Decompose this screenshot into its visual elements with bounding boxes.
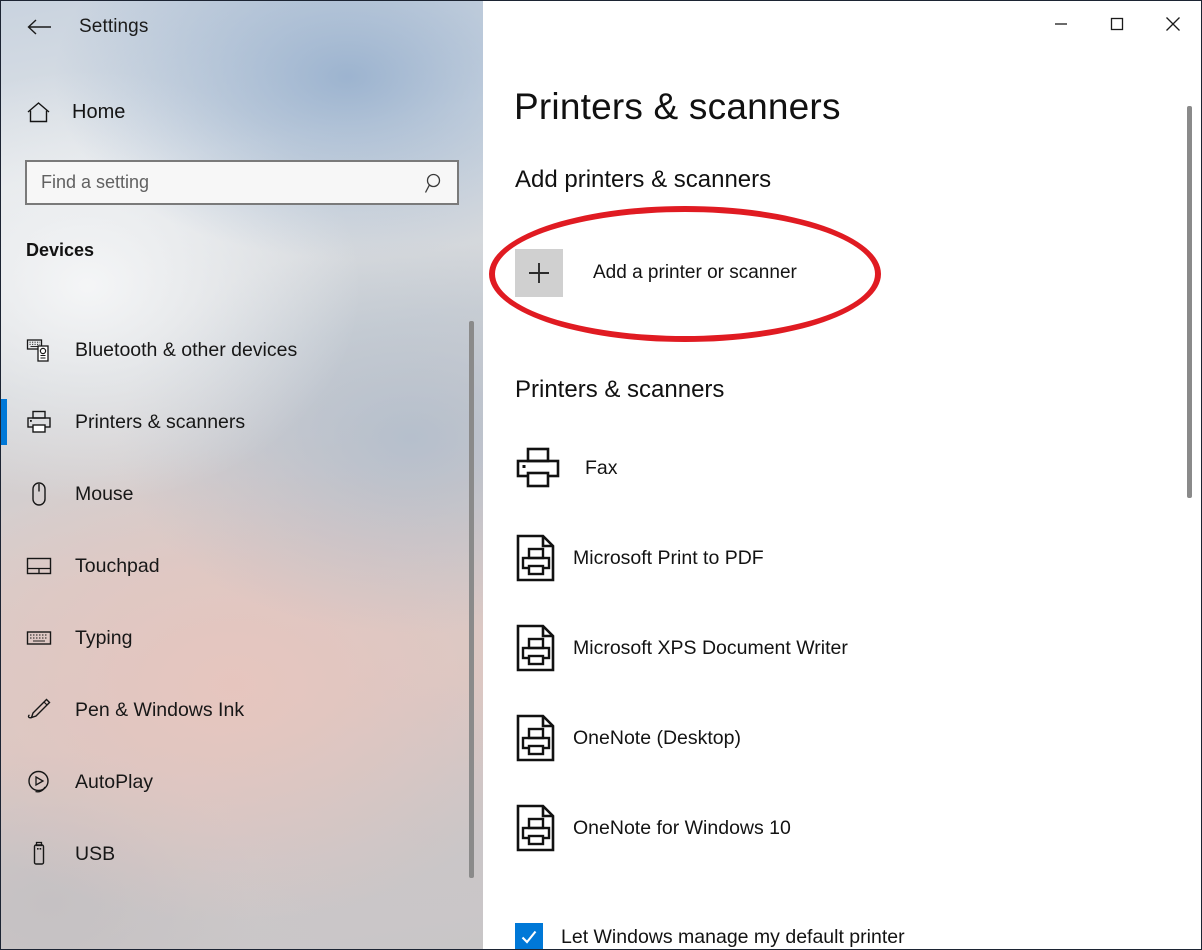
sidebar-item-printers-scanners[interactable]: Printers & scanners	[1, 386, 461, 458]
touchpad-icon	[26, 555, 56, 577]
sidebar-item-usb[interactable]: USB	[1, 818, 461, 890]
plus-icon	[515, 249, 563, 297]
search-box[interactable]	[25, 160, 459, 205]
list-item[interactable]: OneNote (Desktop)	[515, 693, 1175, 783]
document-printer-icon	[515, 534, 573, 582]
printer-list: Fax Microsoft Print to PDF Microsoft XPS…	[515, 423, 1175, 873]
sidebar-nav-list: Bluetooth & other devices Printers & sca…	[1, 314, 461, 890]
settings-window: Settings Home Devices	[0, 0, 1202, 950]
document-printer-icon	[515, 804, 573, 852]
app-title: Settings	[79, 16, 149, 37]
printer-name: OneNote (Desktop)	[573, 726, 741, 749]
sidebar-item-bluetooth-other-devices[interactable]: Bluetooth & other devices	[1, 314, 461, 386]
sidebar-titlebar: Settings	[1, 1, 483, 53]
sidebar-item-label: AutoPlay	[75, 770, 154, 793]
sidebar-item-label: Typing	[75, 626, 133, 649]
page-title: Printers & scanners	[514, 86, 841, 127]
sidebar-item-touchpad[interactable]: Touchpad	[1, 530, 461, 602]
selection-indicator	[1, 399, 7, 445]
sidebar-item-home[interactable]: Home	[1, 89, 461, 135]
main-scrollbar[interactable]	[1187, 106, 1192, 498]
document-printer-icon	[515, 624, 573, 672]
sidebar-item-typing[interactable]: Typing	[1, 602, 461, 674]
sidebar-item-mouse[interactable]: Mouse	[1, 458, 461, 530]
close-icon[interactable]	[1145, 1, 1201, 47]
printer-name: OneNote for Windows 10	[573, 816, 791, 839]
add-printer-or-scanner-button[interactable]: Add a printer or scanner	[515, 249, 797, 297]
maximize-icon[interactable]	[1089, 1, 1145, 47]
printers-section-heading: Printers & scanners	[515, 376, 725, 403]
window-controls	[1033, 1, 1201, 47]
list-item[interactable]: Fax	[515, 423, 1175, 513]
sidebar-item-pen-windows-ink[interactable]: Pen & Windows Ink	[1, 674, 461, 746]
printer-icon	[26, 410, 56, 434]
list-item[interactable]: Microsoft Print to PDF	[515, 513, 1175, 603]
mouse-icon	[26, 481, 56, 507]
sidebar-item-label: Bluetooth & other devices	[75, 338, 298, 361]
back-arrow-icon[interactable]	[15, 11, 63, 43]
keyboard-icon	[26, 629, 56, 647]
pen-icon	[26, 697, 56, 723]
sidebar: Settings Home Devices	[1, 1, 483, 949]
search-input[interactable]	[27, 162, 413, 203]
usb-icon	[26, 841, 56, 867]
checkbox-checked-icon[interactable]	[515, 923, 543, 949]
autoplay-icon	[26, 769, 56, 795]
sidebar-section-heading: Devices	[26, 240, 95, 260]
fax-printer-icon	[515, 446, 573, 490]
sidebar-item-label: Mouse	[75, 482, 134, 505]
list-item[interactable]: Microsoft XPS Document Writer	[515, 603, 1175, 693]
sidebar-item-home-label: Home	[72, 100, 126, 123]
sidebar-item-autoplay[interactable]: AutoPlay	[1, 746, 461, 818]
sidebar-scrollbar[interactable]	[469, 321, 474, 878]
sidebar-item-label: Touchpad	[75, 554, 160, 577]
default-printer-checkbox-row[interactable]: Let Windows manage my default printer	[515, 923, 905, 949]
search-icon[interactable]	[413, 172, 457, 194]
sidebar-item-label: Pen & Windows Ink	[75, 698, 245, 721]
list-item[interactable]: OneNote for Windows 10	[515, 783, 1175, 873]
printer-name: Fax	[585, 456, 618, 479]
home-icon	[26, 101, 52, 124]
printer-name: Microsoft Print to PDF	[573, 546, 764, 569]
sidebar-item-label: USB	[75, 842, 116, 865]
printer-name: Microsoft XPS Document Writer	[573, 636, 848, 659]
bluetooth-devices-icon	[26, 337, 56, 363]
add-printer-or-scanner-label: Add a printer or scanner	[593, 262, 797, 283]
sidebar-item-label: Printers & scanners	[75, 410, 246, 433]
main-content: Printers & scanners Add printers & scann…	[483, 1, 1201, 949]
default-printer-label: Let Windows manage my default printer	[561, 925, 905, 948]
minimize-icon[interactable]	[1033, 1, 1089, 47]
add-section-heading: Add printers & scanners	[515, 166, 772, 193]
document-printer-icon	[515, 714, 573, 762]
